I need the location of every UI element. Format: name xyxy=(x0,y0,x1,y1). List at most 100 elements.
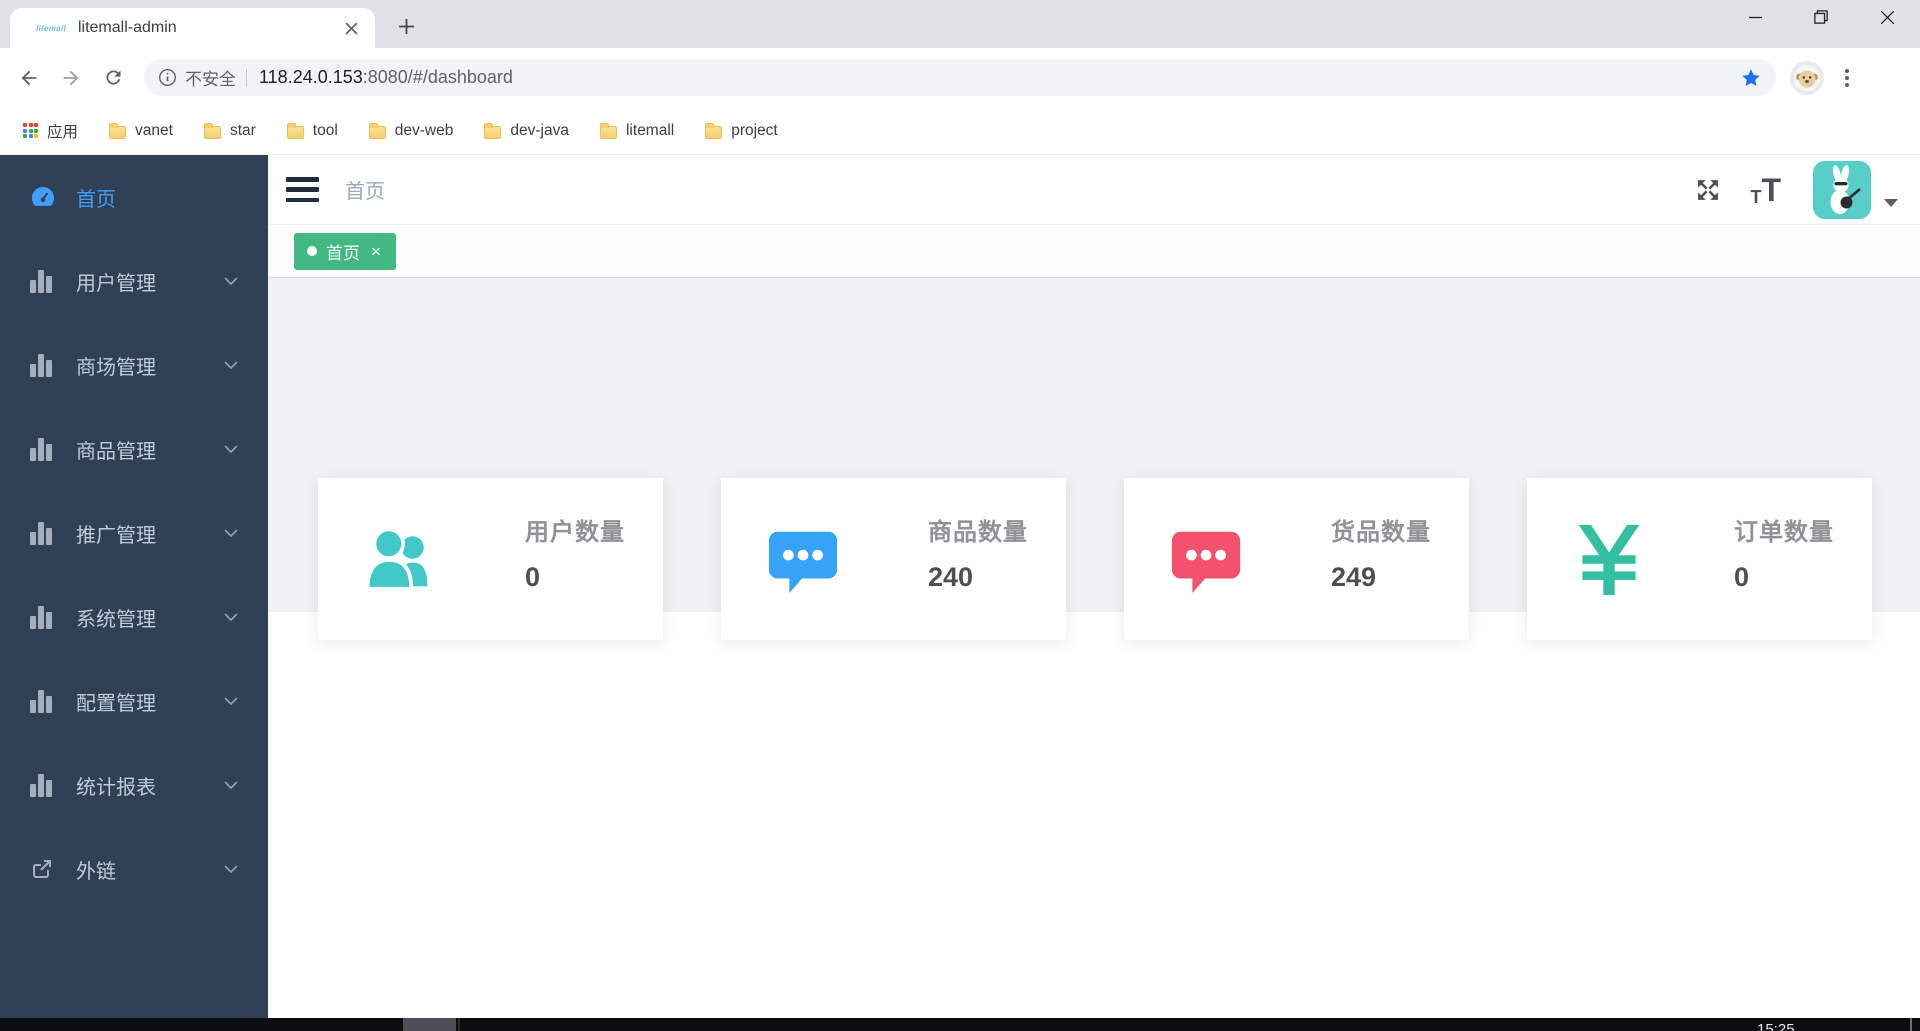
sidebar-item-label: 配置管理 xyxy=(76,692,156,715)
bookmark-apps[interactable]: 应用 xyxy=(15,116,86,146)
window-minimize-button[interactable] xyxy=(1722,0,1788,34)
card-value: 0 xyxy=(525,562,541,592)
sidebar-item-system-mgmt[interactable]: 系统管理 xyxy=(0,575,268,659)
card-value: 0 xyxy=(1734,562,1750,592)
chevron-down-icon xyxy=(222,776,240,794)
sidebar-item-config-mgmt[interactable]: 配置管理 xyxy=(0,659,268,743)
browser-toolbar: 不安全 118.24.0.153 :8080/#/dashboard xyxy=(0,48,1920,107)
chevron-down-icon xyxy=(222,608,240,626)
card-label: 用户数量 xyxy=(525,519,625,546)
tab-title: litemall-admin xyxy=(77,19,177,36)
message-icon xyxy=(763,520,843,600)
sidebar-item-label: 商品管理 xyxy=(76,440,156,463)
bookmark-folder-tool[interactable]: tool xyxy=(279,118,346,144)
bookmark-folder-dev-web[interactable]: dev-web xyxy=(361,118,462,144)
bookmark-star-icon[interactable] xyxy=(1740,67,1762,89)
sidebar-item-external-link[interactable]: 外链 xyxy=(0,827,268,911)
folder-icon xyxy=(599,122,617,139)
bookmark-label: dev-java xyxy=(510,121,569,139)
favicon-litemall-icon: litemall xyxy=(36,23,66,33)
back-icon[interactable] xyxy=(12,61,46,95)
bar-chart-icon xyxy=(30,773,56,797)
card-value: 240 xyxy=(928,562,974,592)
tag-active-dot xyxy=(307,246,317,256)
bookmark-label: 应用 xyxy=(47,123,79,141)
bookmark-folder-vanet[interactable]: vanet xyxy=(101,118,181,144)
external-link-icon xyxy=(30,857,56,881)
browser-menu-icon[interactable] xyxy=(1832,63,1862,93)
tag-home[interactable]: 首页 × xyxy=(294,232,396,270)
sidebar-item-stats-report[interactable]: 统计报表 xyxy=(0,743,268,827)
browser-tab-bar: litemall litemall-admin xyxy=(0,0,1920,48)
yuan-currency-icon xyxy=(1569,520,1649,600)
taskbar-app-button[interactable] xyxy=(403,1018,456,1031)
users-icon xyxy=(360,520,440,600)
site-info-icon[interactable] xyxy=(158,68,177,87)
card-label: 货品数量 xyxy=(1331,519,1431,546)
bar-chart-icon xyxy=(30,689,56,713)
avatar-caret-down-icon[interactable] xyxy=(1884,198,1898,207)
bookmark-label: tool xyxy=(312,121,338,139)
bar-chart-icon xyxy=(30,605,56,629)
bookmark-folder-litemall[interactable]: litemall xyxy=(592,118,682,144)
sidebar-item-label: 首页 xyxy=(76,188,116,211)
main-area: 首页 TT 首页 × 用户数量 0 商品数量 240 货品数量 249 订单数量… xyxy=(268,155,1920,1018)
card-value: 249 xyxy=(1331,562,1377,592)
folder-icon xyxy=(286,122,304,139)
tab-close-icon[interactable] xyxy=(339,16,363,40)
sidebar-item-user-mgmt[interactable]: 用户管理 xyxy=(0,239,268,323)
bookmark-label: star xyxy=(229,121,256,139)
bookmark-label: dev-web xyxy=(394,121,454,139)
hamburger-icon[interactable] xyxy=(286,177,319,202)
url-path: :8080/#/dashboard xyxy=(362,67,513,87)
bookmark-folder-project[interactable]: project xyxy=(697,118,786,144)
bar-chart-icon xyxy=(30,437,56,461)
bookmark-label: vanet xyxy=(135,121,173,139)
sidebar: 首页 用户管理 商场管理 商品管理 推广管理 系统管理 配置管理 统计报表 外链 xyxy=(0,155,268,1018)
user-avatar[interactable] xyxy=(1813,160,1871,219)
bookmark-folder-star[interactable]: star xyxy=(196,118,264,144)
card-user-count[interactable]: 用户数量 0 xyxy=(318,478,663,640)
folder-icon xyxy=(705,122,723,139)
sidebar-item-label: 用户管理 xyxy=(76,272,156,295)
chevron-down-icon xyxy=(222,440,240,458)
forward-icon[interactable] xyxy=(54,61,88,95)
sidebar-item-mall-mgmt[interactable]: 商场管理 xyxy=(0,323,268,407)
card-goods-count[interactable]: 商品数量 240 xyxy=(721,478,1066,640)
browser-tab[interactable]: litemall litemall-admin xyxy=(10,8,375,48)
bookmark-folder-dev-java[interactable]: dev-java xyxy=(476,118,577,144)
bookmarks-bar: 应用 vanet star tool dev-web dev-java lite… xyxy=(0,107,1920,155)
address-bar[interactable]: 不安全 118.24.0.153 :8080/#/dashboard xyxy=(144,59,1776,96)
sidebar-item-home[interactable]: 首页 xyxy=(0,155,268,239)
font-size-icon[interactable]: TT xyxy=(1750,174,1781,206)
show-desktop-button[interactable] xyxy=(1910,1018,1912,1031)
chevron-down-icon xyxy=(222,692,240,710)
window-close-button[interactable] xyxy=(1854,0,1920,34)
card-product-count[interactable]: 货品数量 249 xyxy=(1124,478,1469,640)
folder-icon xyxy=(484,122,502,139)
bookmark-label: litemall xyxy=(625,121,675,139)
sidebar-item-label: 系统管理 xyxy=(76,608,156,631)
sidebar-item-label: 统计报表 xyxy=(76,776,156,799)
new-tab-button[interactable] xyxy=(392,12,420,40)
sidebar-item-promotion-mgmt[interactable]: 推广管理 xyxy=(0,491,268,575)
folder-icon xyxy=(368,122,386,139)
sidebar-item-goods-mgmt[interactable]: 商品管理 xyxy=(0,407,268,491)
chevron-down-icon xyxy=(222,272,240,290)
window-controls xyxy=(1722,0,1920,34)
fullscreen-icon[interactable] xyxy=(1694,176,1722,204)
chevron-down-icon xyxy=(222,524,240,542)
card-order-count[interactable]: 订单数量 0 xyxy=(1527,478,1872,640)
folder-icon xyxy=(109,122,127,139)
url-host: 118.24.0.153 xyxy=(259,67,363,87)
browser-profile-avatar[interactable] xyxy=(1790,60,1824,95)
reload-icon[interactable] xyxy=(96,61,130,95)
security-label[interactable]: 不安全 xyxy=(185,65,236,90)
breadcrumb: 首页 xyxy=(345,181,385,203)
taskbar-clock[interactable]: 15:25 xyxy=(1757,1021,1795,1031)
litemall-admin-app: 首页 用户管理 商场管理 商品管理 推广管理 系统管理 配置管理 统计报表 外链… xyxy=(0,155,1920,1018)
taskbar-divider xyxy=(458,1018,460,1031)
bookmark-label: project xyxy=(731,121,778,139)
window-restore-button[interactable] xyxy=(1788,0,1854,34)
tag-close-icon[interactable]: × xyxy=(369,243,383,260)
